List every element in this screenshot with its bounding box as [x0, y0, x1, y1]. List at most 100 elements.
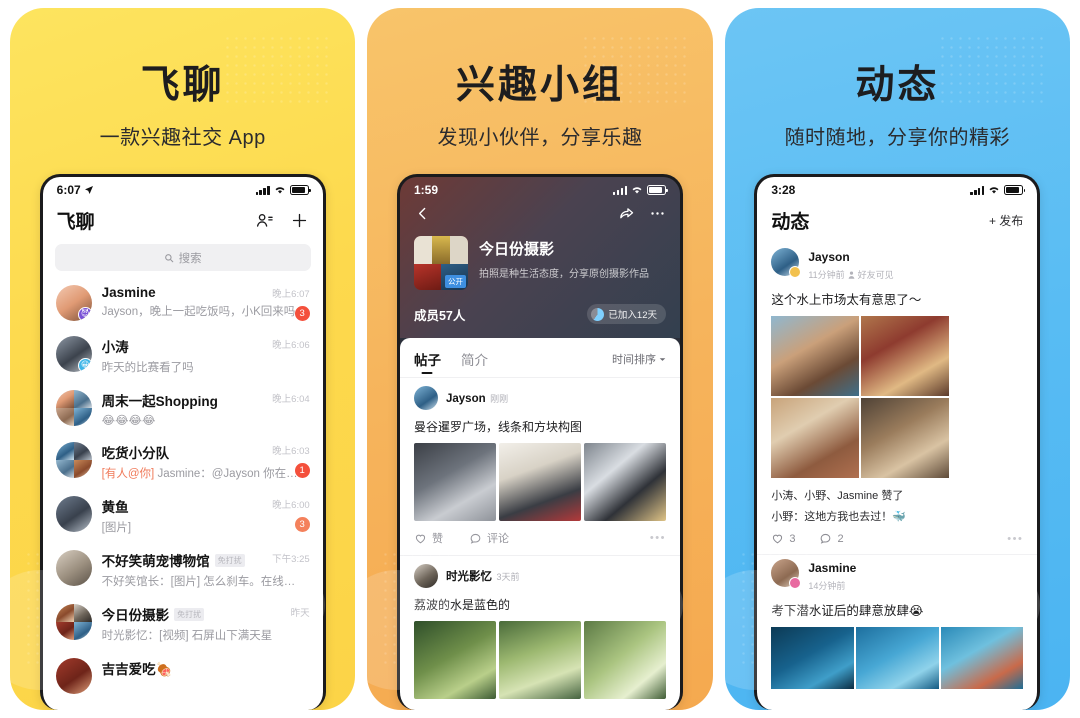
- post-photo[interactable]: [413, 443, 496, 521]
- publish-button[interactable]: + 发布: [989, 212, 1023, 229]
- post-photo[interactable]: [583, 443, 666, 521]
- group-content-sheet: 帖子 简介 时间排序 Jayson 刚刚 曼谷暹罗广场，线条和方块构图 赞 评论…: [399, 338, 680, 710]
- heart-icon: [773, 534, 783, 544]
- chevron-down-icon: [659, 357, 666, 361]
- post-text: 曼谷暹罗广场，线条和方块构图: [413, 420, 582, 434]
- phone-mockup-chat: 6:07 飞聊 搜索 😈 Jasmine Jayson，晚上一起吃饭吗，小K回来…: [39, 174, 326, 710]
- search-icon: [164, 253, 173, 262]
- signal-icon: [970, 185, 985, 195]
- plus-icon[interactable]: [290, 211, 309, 230]
- joined-label: 已加入12天: [608, 310, 657, 321]
- feed-post[interactable]: Jasmine 14分钟前 考下潜水证后的肆意放肆😭: [757, 554, 1038, 689]
- list-item[interactable]: 黄鱼 [图片] 晚上6:00 3: [43, 488, 323, 542]
- search-input[interactable]: 搜索: [54, 244, 311, 271]
- chat-time: 昨天: [290, 608, 310, 619]
- post-time: 11分钟前: [808, 270, 845, 280]
- group-post[interactable]: Jayson 刚刚 曼谷暹罗广场，线条和方块构图 赞 评论 •••: [399, 377, 680, 555]
- sort-label: 时间排序: [611, 354, 656, 366]
- chat-time: 下午3:25: [272, 554, 310, 565]
- comment-button[interactable]: 2: [819, 532, 844, 545]
- post-text: 荔波的水是蓝色的: [413, 598, 510, 612]
- comment-count: 2: [837, 532, 844, 545]
- chat-navbar: 飞聊: [43, 203, 323, 244]
- post-photo[interactable]: [498, 621, 581, 699]
- avatar: [55, 550, 92, 586]
- post-photo[interactable]: [413, 621, 496, 699]
- post-photo-grid[interactable]: [771, 316, 950, 478]
- post-photo[interactable]: [940, 627, 1024, 689]
- list-item[interactable]: 周末一起Shopping 😂😂😂😂 晚上6:04: [43, 382, 323, 434]
- post-author: Jayson: [445, 393, 486, 405]
- post-likes: 小涛、小野、Jasmine 赞了: [771, 487, 1023, 503]
- post-more-icon[interactable]: •••: [1007, 533, 1023, 545]
- post-author: Jayson: [808, 250, 850, 264]
- status-time: 1:59: [413, 183, 439, 197]
- post-photo-grid[interactable]: [771, 627, 1024, 689]
- avatar: [413, 564, 438, 588]
- list-item[interactable]: 不好笑萌宠博物馆 免打扰 不好笑馆长：[图片] 怎么刹车。在线等，挺… 下午3:…: [43, 542, 323, 596]
- tab-intro[interactable]: 简介: [461, 349, 488, 369]
- status-indicators: [970, 185, 1026, 195]
- share-icon[interactable]: [618, 205, 635, 222]
- post-more-icon[interactable]: •••: [650, 532, 666, 544]
- list-item[interactable]: 吉吉爱吃🍖: [43, 650, 323, 701]
- group-cover-image[interactable]: 公开: [413, 236, 468, 290]
- chat-time: 晚上6:03: [272, 446, 310, 457]
- group-navbar: [400, 203, 680, 226]
- post-photo[interactable]: [498, 443, 581, 521]
- promo-panel-group: 兴趣小组 发现小伙伴，分享乐趣 1:59 公开 今日份摄影 拍照是种生活态度，分…: [367, 8, 713, 710]
- like-count: 3: [789, 532, 796, 545]
- joined-badge[interactable]: 已加入12天: [587, 304, 666, 324]
- post-photo[interactable]: [771, 316, 860, 396]
- post-text: 考下潜水证后的肆意放肆😭: [771, 604, 924, 618]
- comment-icon: [821, 533, 831, 544]
- wifi-icon: [989, 187, 999, 194]
- search-placeholder: 搜索: [178, 252, 202, 265]
- likes-text: 小涛、小野、Jasmine 赞了: [771, 490, 904, 502]
- group-post[interactable]: 时光影忆 3天前 荔波的水是蓝色的: [399, 555, 680, 699]
- like-button[interactable]: 赞: [414, 530, 443, 546]
- post-photo[interactable]: [861, 398, 950, 478]
- battery-icon: [289, 185, 311, 195]
- post-photo[interactable]: [771, 627, 854, 689]
- add-contact-icon[interactable]: [255, 211, 274, 230]
- wifi-icon: [275, 187, 285, 194]
- mention-tag: [有人@你]: [101, 468, 155, 480]
- chat-time: 晚上6:07: [272, 289, 310, 300]
- post-photo[interactable]: [855, 627, 939, 689]
- back-chevron-icon[interactable]: [414, 205, 431, 222]
- dot-pattern-decoration: [223, 34, 334, 104]
- avatar: [771, 559, 802, 589]
- chat-time: 晚上6:04: [272, 394, 310, 405]
- post-actions: 3 2 •••: [771, 524, 1023, 554]
- sort-selector[interactable]: 时间排序: [612, 351, 666, 367]
- like-button[interactable]: 3: [771, 532, 795, 545]
- status-indicators: [255, 185, 311, 195]
- group-member-count: 成员57人: [413, 308, 466, 323]
- chat-list[interactable]: 😈 Jasmine Jayson，晚上一起吃饭吗，小K回来吗 晚上6:07 3 …: [43, 277, 323, 710]
- post-photo-grid[interactable]: [413, 443, 666, 521]
- list-item[interactable]: 😀 小涛 昨天的比赛看了吗 晚上6:06: [43, 328, 323, 382]
- battery-icon: [1004, 185, 1026, 195]
- feed-list[interactable]: Jayson 11分钟前 好友可见 这个水上市场太有意思了～ 小涛、小野、Jas…: [757, 244, 1038, 710]
- chat-name: 吃货小分队: [101, 446, 170, 461]
- comment-button[interactable]: 评论: [469, 530, 509, 546]
- more-dots-icon[interactable]: [649, 205, 666, 222]
- group-tabs: 帖子 简介 时间排序: [400, 338, 680, 377]
- group-name: 今日份摄影: [478, 241, 554, 258]
- post-photo[interactable]: [583, 621, 666, 699]
- promo-subtitle: 发现小伙伴，分享乐趣: [437, 127, 643, 149]
- feed-post[interactable]: Jayson 11分钟前 好友可见 这个水上市场太有意思了～ 小涛、小野、Jas…: [757, 244, 1037, 554]
- post-photo[interactable]: [861, 316, 950, 396]
- promo-title: 动态: [855, 64, 940, 107]
- tab-posts[interactable]: 帖子: [414, 349, 441, 369]
- comment-label: 评论: [486, 533, 509, 545]
- list-item[interactable]: 今日份摄影 免打扰 时光影忆：[视频] 石屏山下满天星 昨天: [43, 596, 323, 650]
- list-item[interactable]: 😈 Jasmine Jayson，晚上一起吃饭吗，小K回来吗 晚上6:07 3: [43, 277, 323, 328]
- post-photo-grid[interactable]: [413, 621, 666, 699]
- chat-name: 不好笑萌宠博物馆: [101, 554, 210, 569]
- chat-time: 晚上6:06: [272, 340, 310, 351]
- post-photo[interactable]: [771, 398, 860, 478]
- promo-title: 兴趣小组: [455, 64, 624, 107]
- list-item[interactable]: 吃货小分队 [有人@你] Jasmine：@Jayson 你在… 晚上6:03 …: [43, 434, 323, 488]
